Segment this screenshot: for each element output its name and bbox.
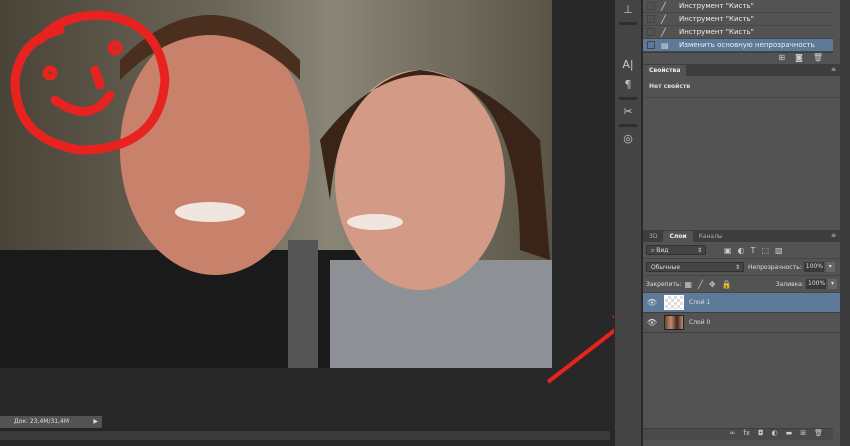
creative-cloud-icon[interactable]: ◎	[615, 129, 641, 149]
lock-pixels-brush-icon[interactable]: ╱	[698, 280, 703, 289]
layer-name: Слой 1	[689, 299, 711, 306]
status-menu-arrow-icon[interactable]: ▶	[93, 418, 98, 425]
layer-style-fx-icon[interactable]: fx	[743, 429, 750, 440]
history-item[interactable]: ╱ Инструмент "Кисть"	[643, 26, 833, 39]
lock-all-icon[interactable]: 🔒	[722, 280, 732, 289]
history-item[interactable]: ╱ Инструмент "Кисть"	[643, 13, 833, 26]
new-group-folder-icon[interactable]: ▬	[786, 429, 793, 440]
panel-icon-strip: ⊥ A| ¶ ✂ ◎	[614, 0, 642, 446]
tab-layers[interactable]: Слои	[663, 231, 693, 242]
opacity-label: Непрозрачность:	[748, 263, 802, 271]
stamp-icon[interactable]: ⊥	[615, 0, 641, 20]
no-properties-text: Нет свойств	[643, 76, 840, 98]
right-panels: ╱ Инструмент "Кисть" ╱ Инструмент "Кисть" …	[643, 0, 840, 446]
fill-input[interactable]: 100%	[806, 279, 826, 289]
opacity-input[interactable]: 100%	[803, 262, 824, 272]
layer-row[interactable]: 👁 Слой 0	[643, 313, 840, 333]
delete-layer-trash-icon[interactable]: 🗑	[814, 429, 823, 440]
filter-adjustment-icon[interactable]: ◐	[738, 246, 745, 255]
paragraph-icon[interactable]: ¶	[615, 75, 641, 95]
lock-position-move-icon[interactable]: ✥	[709, 280, 716, 289]
snapshot-camera-icon[interactable]: ◙	[795, 53, 803, 63]
filter-type-icon[interactable]: T	[751, 246, 756, 255]
document-canvas[interactable]	[0, 0, 610, 414]
document-icon: ▤	[661, 40, 669, 50]
layer-thumbnail	[664, 295, 684, 310]
panel-menu-icon[interactable]: ≡	[831, 232, 836, 239]
tab-channels[interactable]: Каналы	[693, 231, 729, 242]
tools-icon[interactable]: ✂	[615, 102, 641, 122]
delete-trash-icon[interactable]: 🗑	[813, 53, 823, 63]
layers-panel: 3D Слои Каналы ≡ ⌕ Вид ⇕ ▣ ◐ T ⬚ ▨ Обычны…	[643, 230, 840, 446]
tab-3d[interactable]: 3D	[643, 231, 663, 242]
visibility-eye-icon[interactable]: 👁	[643, 318, 661, 327]
photo-image	[0, 10, 552, 368]
photo	[0, 0, 552, 368]
brush-icon: ╱	[661, 14, 666, 24]
history-panel: ╱ Инструмент "Кисть" ╱ Инструмент "Кисть" …	[643, 0, 833, 63]
panel-menu-icon[interactable]: ≡	[831, 66, 836, 73]
new-layer-icon[interactable]: ⊞	[800, 429, 806, 440]
status-bar: Док: 23,4M/31,4M ▶	[0, 416, 102, 428]
layer-row[interactable]: 👁 Слой 1	[643, 293, 840, 313]
properties-panel: Свойства ≡ Нет свойств	[643, 64, 840, 226]
filter-smart-object-icon[interactable]: ▨	[775, 246, 783, 255]
fill-dropdown[interactable]: ▾	[828, 279, 837, 289]
add-mask-icon[interactable]: ◘	[758, 429, 764, 440]
character-icon[interactable]: A|	[615, 55, 641, 75]
doc-size: Док: 23,4M/31,4M	[14, 418, 70, 425]
adjustment-layer-icon[interactable]: ◐	[772, 429, 778, 440]
horizontal-scrollbar[interactable]	[0, 430, 610, 440]
new-document-from-state-icon[interactable]: ⊞	[778, 53, 785, 63]
layer-filter-select[interactable]: ⌕ Вид ⇕	[646, 245, 706, 255]
lock-label: Закрепить:	[646, 280, 682, 288]
link-layers-icon[interactable]: ∞	[730, 429, 736, 440]
history-item[interactable]: ╱ Инструмент "Кисть"	[643, 0, 833, 13]
brush-icon: ╱	[661, 1, 666, 11]
panel-scrollbar[interactable]	[840, 0, 850, 446]
filter-pixel-icon[interactable]: ▣	[724, 246, 732, 255]
history-item-selected[interactable]: ▤ Изменить основную непрозрачность	[643, 39, 833, 52]
blend-mode-select[interactable]: Обычные ⇕	[646, 262, 744, 272]
layer-thumbnail	[664, 315, 684, 330]
fill-label: Заливка:	[775, 280, 804, 288]
tab-properties[interactable]: Свойства	[643, 65, 687, 76]
layer-name: Слой 0	[689, 319, 711, 326]
opacity-dropdown[interactable]: ▾	[825, 262, 835, 272]
lock-transparent-icon[interactable]: ▦	[685, 280, 693, 289]
visibility-eye-icon[interactable]: 👁	[643, 298, 661, 307]
filter-shape-icon[interactable]: ⬚	[761, 246, 769, 255]
brush-icon: ╱	[661, 27, 666, 37]
